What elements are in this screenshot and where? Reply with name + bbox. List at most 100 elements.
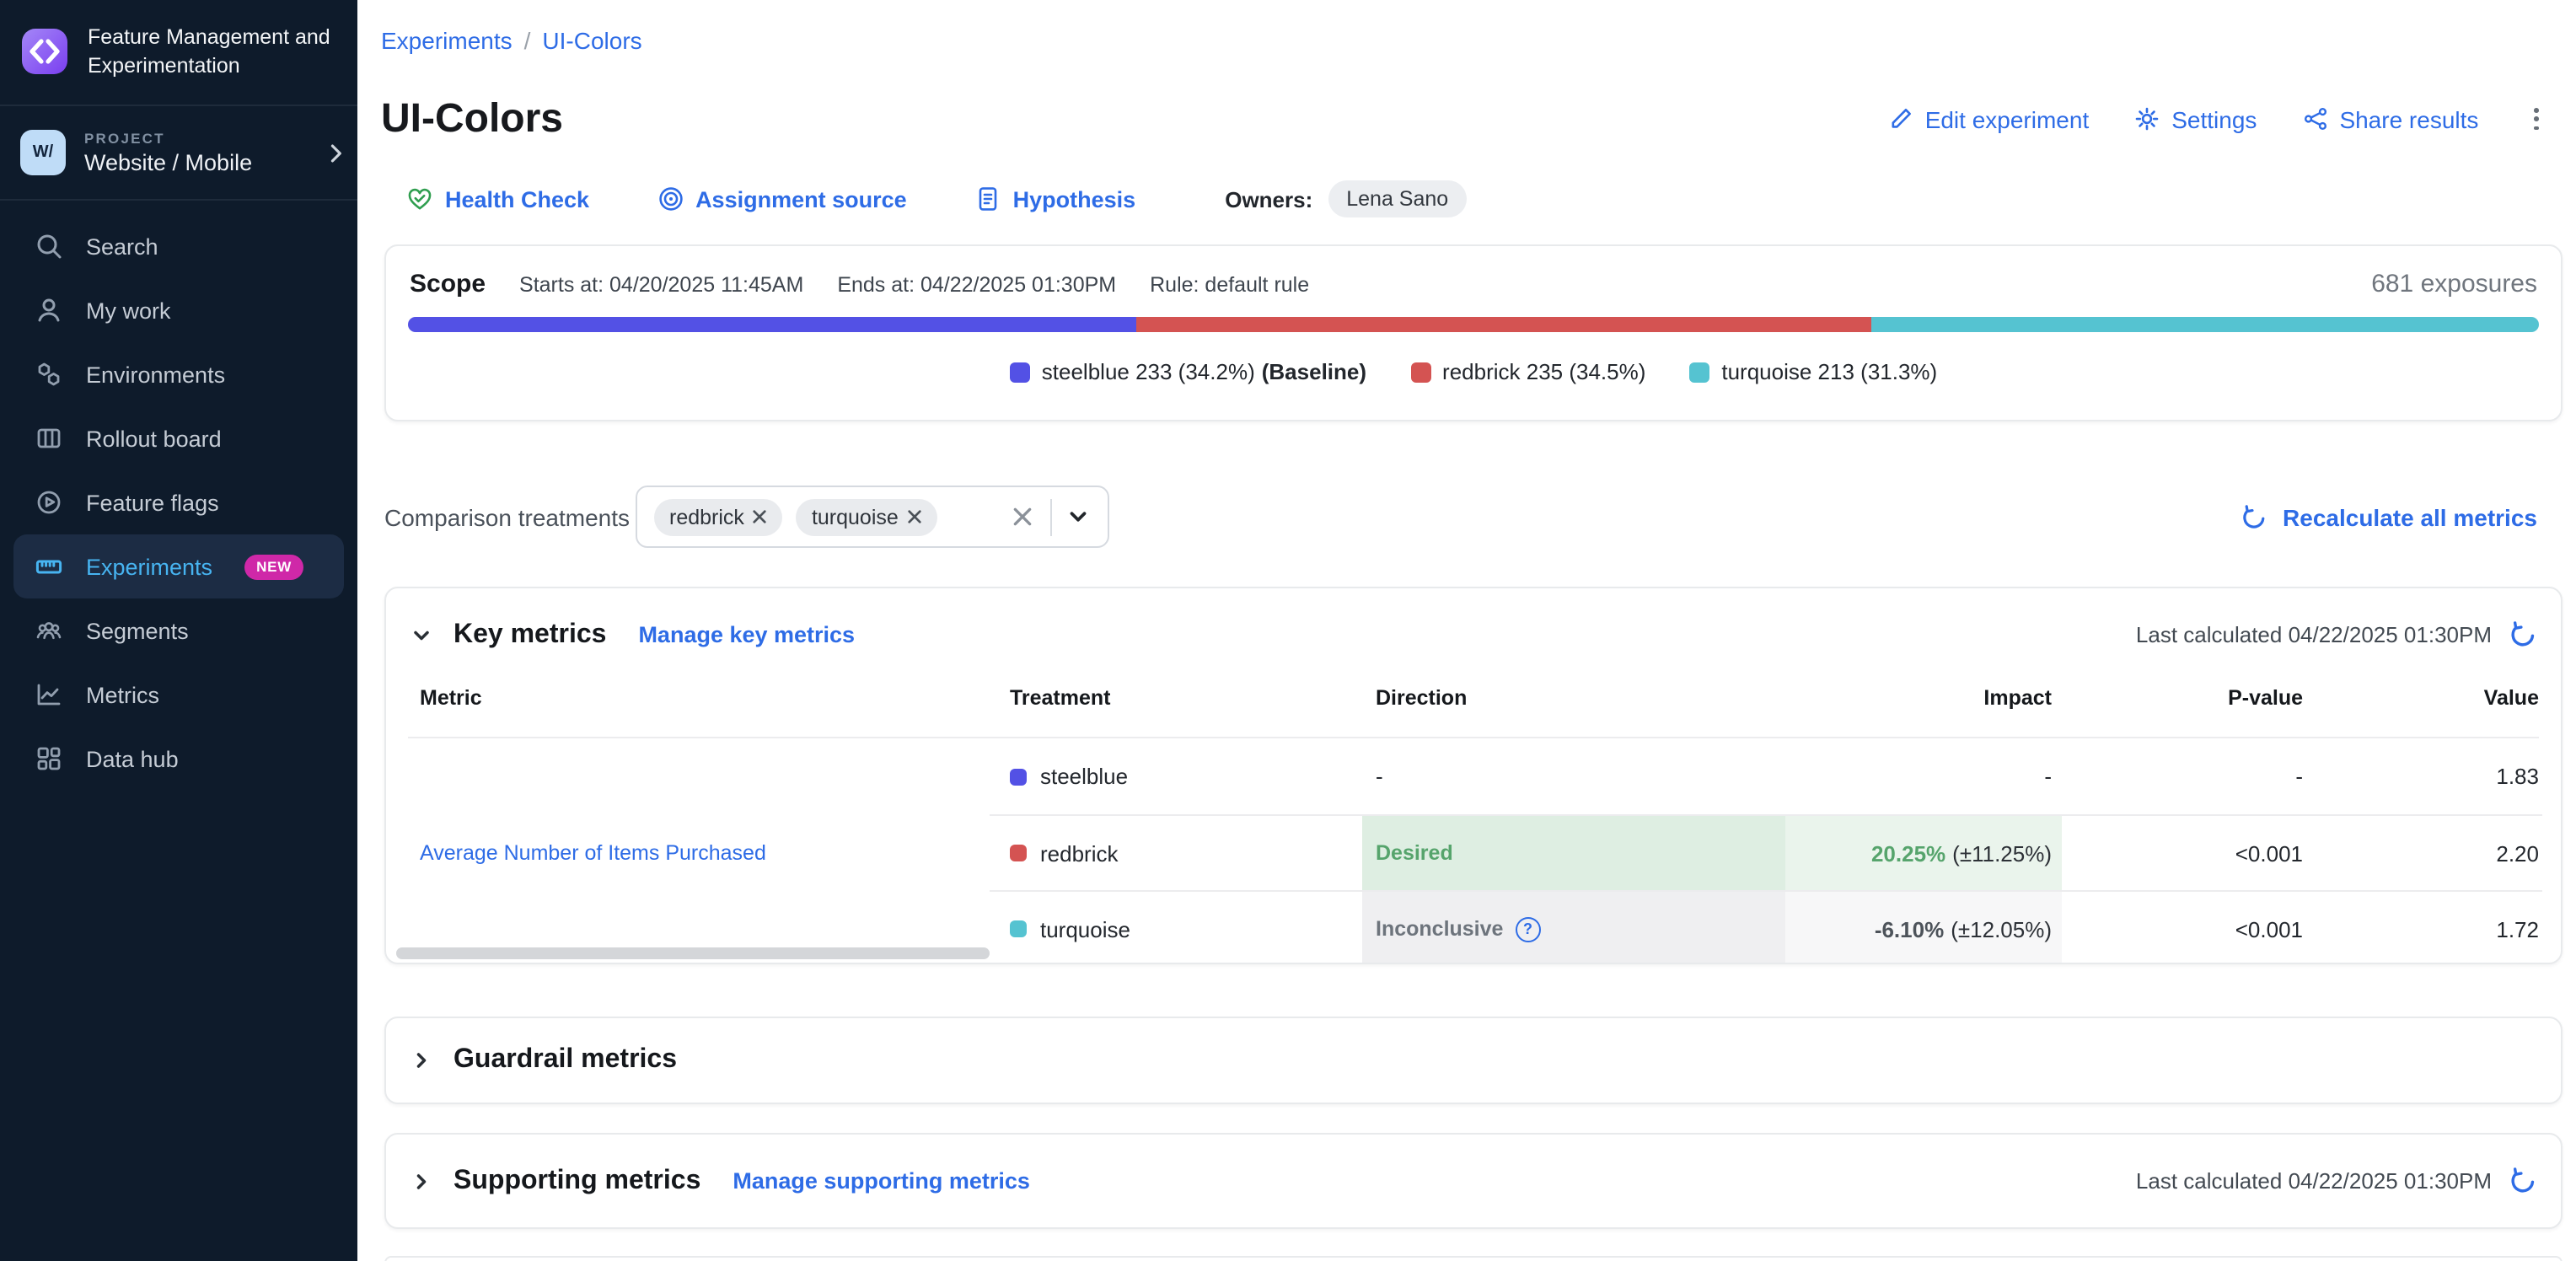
chip-label: redbrick — [669, 505, 744, 529]
chip-redbrick[interactable]: redbrick — [654, 498, 783, 535]
redbrick-swatch — [1010, 845, 1027, 861]
project-switcher[interactable]: W/ PROJECT Website / Mobile — [0, 106, 357, 201]
chip-turquoise[interactable]: turquoise — [797, 498, 937, 535]
col-treatment: Treatment — [990, 686, 1362, 710]
help-icon[interactable]: ? — [1515, 916, 1540, 942]
assignment-source-link[interactable]: Assignment source — [657, 185, 907, 212]
scope-card: Scope Starts at: 04/20/2025 11:45AM Ends… — [384, 244, 2563, 421]
refresh-icon[interactable] — [2509, 1167, 2537, 1195]
header-actions: Edit experiment Settings Share results — [1888, 105, 2549, 134]
redbrick-swatch — [1410, 362, 1430, 382]
refresh-icon[interactable] — [2509, 620, 2537, 649]
sidebar-item-segments[interactable]: Segments — [13, 598, 344, 663]
legend-item-steelblue: steelblue 233 (34.2%) (Baseline) — [1010, 359, 1366, 384]
value-cell: 1.72 — [2303, 890, 2542, 964]
key-metrics-table: Metric Treatment Direction Impact P-valu… — [408, 659, 2539, 964]
refresh-icon — [2241, 503, 2267, 530]
manage-key-metrics-link[interactable]: Manage key metrics — [638, 622, 855, 647]
owners-group: Owners: Lena Sano — [1225, 180, 1467, 217]
experiment-meta-row: Health Check Assignment source Hypothesi… — [406, 180, 1467, 217]
new-badge: NEW — [244, 554, 303, 579]
horizontal-scrollbar-thumb[interactable] — [396, 947, 990, 959]
bar-segment-redbrick — [1137, 317, 1872, 332]
legend-item-turquoise: turquoise 213 (31.3%) — [1689, 359, 1937, 384]
bar-segment-steelblue — [408, 317, 1137, 332]
search-icon — [34, 231, 64, 261]
col-impact: Impact — [1785, 686, 2062, 710]
impact-cell: 20.25% (±11.25%) — [1785, 814, 2062, 890]
collapse-chevron-icon[interactable] — [410, 623, 433, 647]
pvalue-value: <0.001 — [2235, 840, 2303, 866]
metric-value: 1.72 — [2496, 916, 2539, 942]
app-logo-icon — [20, 27, 69, 76]
supporting-metrics-title: Supporting metrics — [453, 1166, 700, 1196]
expand-chevron-icon[interactable] — [410, 1049, 433, 1072]
treatment-name: steelblue — [1040, 764, 1128, 789]
sidebar-item-label: Environments — [86, 362, 225, 387]
hypothesis-label: Hypothesis — [1013, 186, 1136, 212]
chip-remove-icon[interactable] — [753, 509, 768, 524]
legend-label: steelblue 233 (34.2%) — [1042, 359, 1255, 384]
edit-experiment-button[interactable]: Edit experiment — [1888, 105, 2090, 132]
breadcrumb-link-experiments[interactable]: Experiments — [381, 27, 513, 54]
pencil-icon — [1888, 106, 1913, 131]
document-icon — [974, 185, 1001, 212]
pvalue-cell: - — [2062, 738, 2303, 814]
pvalue-value: - — [2295, 764, 2303, 789]
app-logo-row: Feature Management and Experimentation — [0, 0, 357, 106]
col-pvalue: P-value — [2062, 686, 2303, 710]
turquoise-swatch — [1689, 362, 1709, 382]
direction-cell: Desired — [1362, 814, 1785, 890]
sidebar-item-data-hub[interactable]: Data hub — [13, 727, 344, 791]
sidebar-item-rollout-board[interactable]: Rollout board — [13, 406, 344, 470]
sidebar-item-label: My work — [86, 298, 171, 323]
heart-check-icon — [406, 185, 433, 212]
recalculate-all-metrics-button[interactable]: Recalculate all metrics — [2241, 503, 2537, 530]
manage-supporting-metrics-link[interactable]: Manage supporting metrics — [733, 1168, 1030, 1194]
edit-experiment-label: Edit experiment — [1925, 105, 2090, 132]
metric-value: 1.83 — [2496, 764, 2539, 789]
key-metrics-title: Key metrics — [453, 620, 606, 650]
metric-link[interactable]: Average Number of Items Purchased — [420, 840, 766, 864]
impact-value: 20.25% — [1871, 840, 1945, 866]
steelblue-swatch — [1010, 768, 1027, 785]
main-content: Experiments / UI-Colors UI-Colors Edit e… — [357, 0, 2576, 1261]
more-options-button[interactable] — [2524, 105, 2549, 134]
sidebar-item-feature-flags[interactable]: Feature flags — [13, 470, 344, 534]
scope-rule: Rule: default rule — [1150, 273, 1309, 297]
hypothesis-link[interactable]: Hypothesis — [974, 185, 1136, 212]
impact-ci: (±11.25%) — [1952, 840, 2052, 866]
breadcrumb-link-current[interactable]: UI-Colors — [542, 27, 641, 54]
table-body: Average Number of Items Purchased steelb… — [408, 738, 2539, 964]
clear-selection-icon[interactable] — [1008, 502, 1037, 531]
sidebar-item-search[interactable]: Search — [13, 214, 344, 278]
comparison-treatments-select[interactable]: redbrick turquoise — [636, 486, 1109, 548]
owner-pill[interactable]: Lena Sano — [1328, 180, 1467, 217]
supporting-metrics-card: Supporting metrics Manage supporting met… — [384, 1133, 2563, 1229]
exposure-distribution-bar — [408, 317, 2539, 332]
baseline-tag: (Baseline) — [1262, 359, 1366, 384]
last-calculated-group: Last calculated 04/22/2025 01:30PM — [2136, 620, 2537, 649]
health-check-link[interactable]: Health Check — [406, 185, 589, 212]
col-value: Value — [2303, 686, 2542, 710]
direction-cell: - — [1362, 738, 1785, 814]
sidebar-item-environments[interactable]: Environments — [13, 342, 344, 406]
chevron-down-icon[interactable] — [1065, 504, 1091, 529]
direction-value: Inconclusive — [1376, 917, 1503, 941]
sidebar-item-metrics[interactable]: Metrics — [13, 663, 344, 727]
bar-segment-turquoise — [1872, 317, 2539, 332]
share-results-button[interactable]: Share results — [2302, 105, 2478, 132]
last-calculated-text: Last calculated 04/22/2025 01:30PM — [2136, 1168, 2492, 1194]
legend-item-redbrick: redbrick 235 (34.5%) — [1410, 359, 1645, 384]
direction-cell: Inconclusive ? — [1362, 890, 1785, 964]
sidebar-item-experiments[interactable]: Experiments NEW — [13, 534, 344, 598]
settings-button[interactable]: Settings — [2134, 105, 2257, 132]
impact-value: - — [2044, 764, 2052, 789]
grid-blocks-icon — [34, 743, 64, 774]
chip-remove-icon[interactable] — [907, 509, 922, 524]
sidebar-item-my-work[interactable]: My work — [13, 278, 344, 342]
expand-chevron-icon[interactable] — [410, 1169, 433, 1193]
sidebar-item-label: Feature flags — [86, 490, 219, 515]
sidebar-item-label: Experiments — [86, 554, 212, 579]
treatment-cell-redbrick: redbrick — [990, 814, 1362, 890]
